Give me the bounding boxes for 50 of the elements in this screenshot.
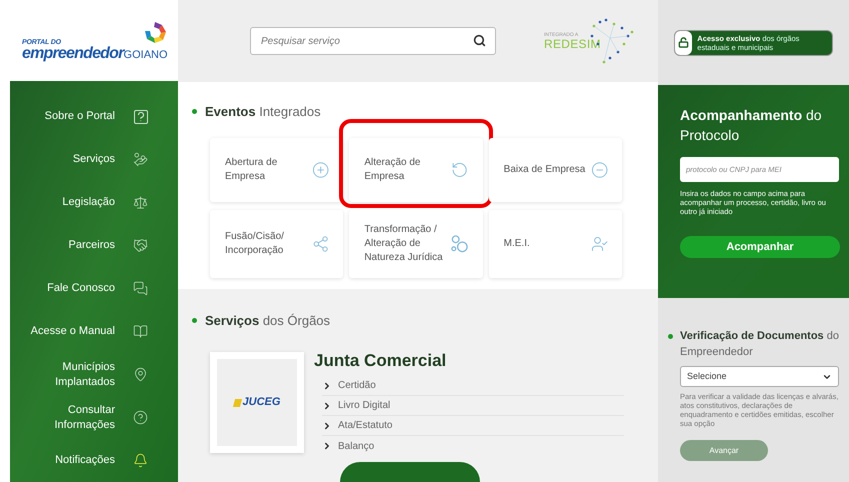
sidebar-link[interactable]: Parceiros xyxy=(15,238,115,253)
search-field[interactable]: Pesquisar serviço xyxy=(250,27,496,56)
sidebar-link[interactable]: Fale Conosco xyxy=(15,281,115,296)
cut-off-button[interactable] xyxy=(340,462,480,482)
chat-icon xyxy=(133,281,148,296)
circles-icon xyxy=(450,234,469,254)
section-title: Serviços dos Órgãos xyxy=(205,312,330,330)
service-link[interactable]: Livro Digital xyxy=(338,398,390,413)
sidebar-link[interactable]: Consultar Informações xyxy=(15,402,115,432)
help-icon xyxy=(134,110,148,124)
hand-coin-icon xyxy=(133,152,148,167)
organ-name: Junta Comercial xyxy=(314,350,448,372)
event-card[interactable]: Alteração de Empresa xyxy=(349,138,483,202)
event-card[interactable]: Transformação / Alteração de Natureza Jurídica xyxy=(349,210,483,278)
event-card[interactable]: Baixa de Empresa xyxy=(488,138,622,202)
scale-icon xyxy=(133,195,148,210)
sidebar-link[interactable]: Serviços xyxy=(15,152,115,167)
bell-icon xyxy=(133,453,148,468)
track-button[interactable]: Acompanhar xyxy=(680,236,840,258)
service-link[interactable]: Ata/Estatuto xyxy=(338,418,392,433)
juceg-logo: JUCEG xyxy=(234,394,280,411)
chevron-icon xyxy=(322,441,332,451)
panel-title: Acompanhamento do Protocolo xyxy=(680,106,823,145)
sidebar-link[interactable]: Legislação xyxy=(15,195,115,210)
service-link[interactable]: Certidão xyxy=(338,378,376,393)
event-card[interactable]: M.E.I. xyxy=(488,210,622,278)
event-card[interactable]: Fusão/Cisão/ Incorporação xyxy=(210,210,344,278)
map-pin-icon xyxy=(133,367,148,382)
nodes-icon xyxy=(312,234,330,253)
search-icon[interactable] xyxy=(473,34,486,48)
sidebar-link[interactable]: Acesse o Manual xyxy=(15,324,115,339)
sidebar-link[interactable]: Municípios Implantados xyxy=(15,360,115,390)
bullet-icon xyxy=(192,109,197,114)
document-select[interactable]: Selecione xyxy=(680,366,839,387)
plus-circle-icon xyxy=(312,160,330,179)
rotate-icon xyxy=(451,160,469,179)
bullet-icon xyxy=(192,318,197,323)
lock-icon xyxy=(678,37,690,48)
sidebar-link[interactable]: Notificações xyxy=(15,453,115,468)
organ-logo-card[interactable]: JUCEG xyxy=(210,352,304,453)
handshake-icon xyxy=(133,238,148,253)
bullet-icon xyxy=(668,334,673,339)
sidebar-link[interactable]: Sobre o Portal xyxy=(15,109,115,124)
section-title: Verificação de Documentos do Empreendedor xyxy=(680,329,839,360)
section-title: Eventos Integrados xyxy=(205,103,321,122)
user-check-icon xyxy=(590,234,608,253)
help-icon xyxy=(133,410,148,425)
minus-circle-icon xyxy=(590,160,608,179)
service-link[interactable]: Balanço xyxy=(338,438,374,454)
book-icon xyxy=(133,324,148,339)
